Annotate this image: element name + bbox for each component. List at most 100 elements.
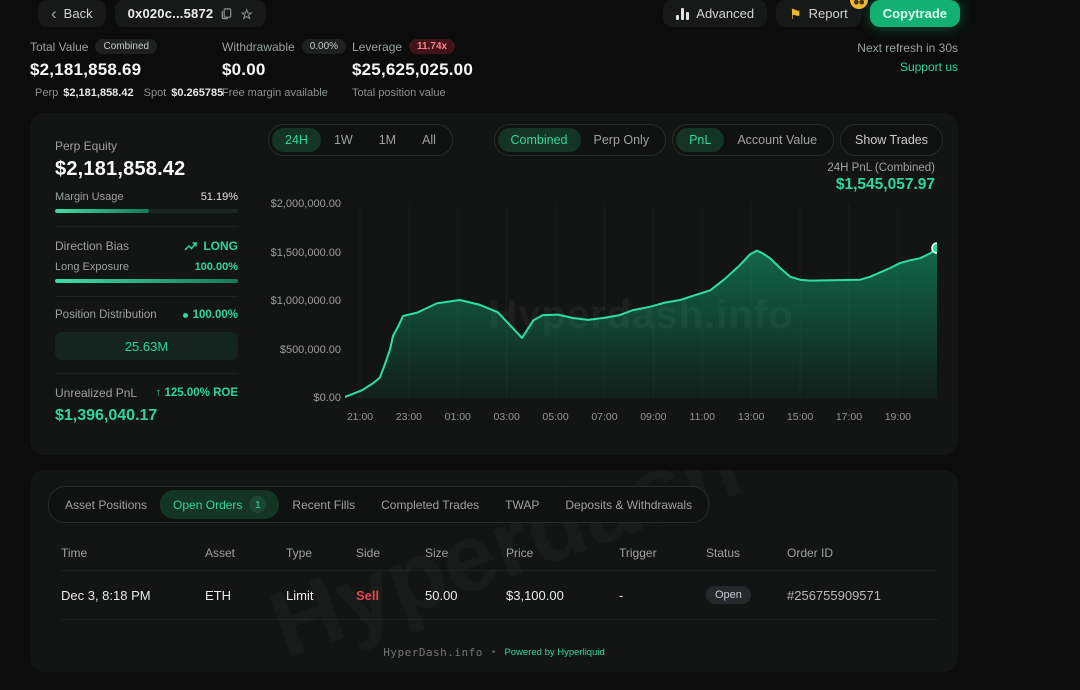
leverage-amount: $25,625,025.00 <box>352 60 473 80</box>
col-type: Type <box>286 546 356 560</box>
margin-usage-value: 51.19% <box>201 191 238 203</box>
report-emoji-badge <box>850 0 868 9</box>
y-axis-tick: $1,000,000.00 <box>271 295 341 307</box>
pnl-area-chart[interactable] <box>345 200 937 404</box>
tab-recent-fills[interactable]: Recent Fills <box>279 492 368 518</box>
withdrawable-stat: Withdrawable 0.00% $0.00 Free margin ava… <box>222 39 352 99</box>
portfolio-chart-card: 24H 1W 1M All Combined Perp Only PnL Acc… <box>30 113 958 455</box>
perp-equity-value: $2,181,858.42 <box>55 158 238 181</box>
table-row[interactable]: Dec 3, 8:18 PM ETH Limit Sell 50.00 $3,1… <box>61 570 938 620</box>
x-axis-tick: 11:00 <box>678 411 726 423</box>
copy-icon[interactable] <box>220 7 233 20</box>
leverage-sub: Total position value <box>352 87 473 99</box>
leverage-label: Leverage <box>352 40 402 54</box>
tab-open-orders[interactable]: Open Orders 1 <box>160 490 279 519</box>
hyperdash-brand: HyperDash.info <box>383 646 483 659</box>
perp-value: $2,181,858.42 <box>63 87 133 99</box>
margin-usage-bar <box>55 209 238 213</box>
unrealized-pnl-label: Unrealized PnL <box>55 386 137 400</box>
cell-side: Sell <box>356 588 425 603</box>
card-footer: HyperDash.info • Powered by Hyperliquid <box>30 646 958 659</box>
long-dot-icon <box>183 313 188 318</box>
tab-completed-trades[interactable]: Completed Trades <box>368 492 492 518</box>
x-axis-tick: 03:00 <box>483 411 531 423</box>
account-stats-row: Total Value Combined $2,181,858.69 Perp … <box>30 39 473 99</box>
leverage-stat: Leverage 11.74x $25,625,025.00 Total pos… <box>352 39 473 99</box>
report-label: Report <box>809 6 848 21</box>
direction-bias-value: LONG <box>203 239 238 253</box>
bar-chart-icon <box>676 8 689 20</box>
roe-value: ↑ 125.00% ROE <box>156 387 238 399</box>
y-axis-tick: $0.00 <box>313 392 341 404</box>
metric-tabs: PnL Account Value <box>672 124 834 156</box>
cell-price: $3,100.00 <box>506 588 619 603</box>
x-axis-tick: 23:00 <box>385 411 433 423</box>
chart-view-controls: Combined Perp Only PnL Account Value Sho… <box>494 124 943 156</box>
tab-deposits-withdrawals[interactable]: Deposits & Withdrawals <box>552 492 705 518</box>
show-trades-button[interactable]: Show Trades <box>840 124 943 156</box>
position-distribution-bar: 25.63M <box>55 332 238 360</box>
cell-size: 50.00 <box>425 588 506 603</box>
wallet-address-pill[interactable]: 0x020c...5872 ☆ <box>115 0 267 27</box>
position-distribution-value: 100.00% <box>193 309 238 321</box>
cell-order-id: #256755909571 <box>787 588 938 603</box>
perp-label: Perp <box>35 87 58 99</box>
tab-perp-only[interactable]: Perp Only <box>581 128 663 152</box>
open-orders-table: Time Asset Type Side Size Price Trigger … <box>61 536 938 620</box>
chart-endpoint-marker <box>932 243 937 253</box>
pnl-period-value: $1,545,057.97 <box>836 176 935 194</box>
x-axis-tick: 15:00 <box>776 411 824 423</box>
flag-icon: ⚑ <box>789 7 802 21</box>
long-exposure-bar-fill <box>55 279 238 283</box>
withdrawable-sub: Free margin available <box>222 87 352 99</box>
withdrawable-label: Withdrawable <box>222 40 295 54</box>
tab-range-1m[interactable]: 1M <box>366 128 409 152</box>
x-axis-tick: 17:00 <box>825 411 873 423</box>
tab-combined[interactable]: Combined <box>498 128 581 152</box>
cell-type: Limit <box>286 588 356 603</box>
support-us-link[interactable]: Support us <box>900 60 958 74</box>
total-value-stat: Total Value Combined $2,181,858.69 Perp … <box>30 39 222 99</box>
y-axis-tick: $1,500,000.00 <box>271 247 341 259</box>
long-exposure-label: Long Exposure <box>55 261 129 273</box>
account-metrics-panel: Perp Equity $2,181,858.42 Margin Usage 5… <box>40 139 253 425</box>
pnl-period-label: 24H PnL (Combined) <box>827 162 935 174</box>
time-range-tabs: 24H 1W 1M All <box>268 124 453 156</box>
wallet-address: 0x020c...5872 <box>128 6 214 21</box>
col-side: Side <box>356 546 425 560</box>
report-button[interactable]: ⚑ Report <box>776 0 861 27</box>
favorite-star-icon[interactable]: ☆ <box>240 7 253 21</box>
tab-range-1w[interactable]: 1W <box>321 128 366 152</box>
x-axis-tick: 21:00 <box>336 411 384 423</box>
tab-asset-positions[interactable]: Asset Positions <box>52 492 160 518</box>
long-exposure-value: 100.00% <box>195 261 238 273</box>
y-axis-labels: $2,000,000.00$1,500,000.00$1,000,000.00$… <box>260 200 341 404</box>
advanced-button[interactable]: Advanced <box>663 0 767 27</box>
orders-card: Hyperdash Asset Positions Open Orders 1 … <box>30 470 958 672</box>
total-value-amount: $2,181,858.69 <box>30 60 222 80</box>
tab-range-all[interactable]: All <box>409 128 449 152</box>
position-distribution-label: Position Distribution <box>55 309 157 321</box>
col-size: Size <box>425 546 506 560</box>
position-size-label: 25.63M <box>125 339 168 354</box>
divider <box>55 226 238 227</box>
view-tabs: Combined Perp Only <box>494 124 667 156</box>
cell-trigger: - <box>619 588 706 603</box>
x-axis-tick: 19:00 <box>874 411 922 423</box>
tab-pnl[interactable]: PnL <box>676 128 724 152</box>
next-refresh-text: Next refresh in 30s <box>857 41 958 55</box>
x-axis-tick: 07:00 <box>580 411 628 423</box>
powered-by-link[interactable]: Powered by Hyperliquid <box>504 647 604 658</box>
footer-separator: • <box>492 647 496 658</box>
tab-twap[interactable]: TWAP <box>492 492 552 518</box>
back-button[interactable]: ‹ Back <box>38 0 106 27</box>
table-header-row: Time Asset Type Side Size Price Trigger … <box>61 536 938 570</box>
status-badge: Open <box>706 586 751 604</box>
x-axis-tick: 01:00 <box>434 411 482 423</box>
divider <box>55 296 238 297</box>
tab-account-value[interactable]: Account Value <box>724 128 830 152</box>
copytrade-button[interactable]: Copytrade <box>870 0 960 27</box>
y-axis-tick: $500,000.00 <box>280 344 341 356</box>
margin-usage-label: Margin Usage <box>55 191 123 203</box>
tab-range-24h[interactable]: 24H <box>272 128 321 152</box>
